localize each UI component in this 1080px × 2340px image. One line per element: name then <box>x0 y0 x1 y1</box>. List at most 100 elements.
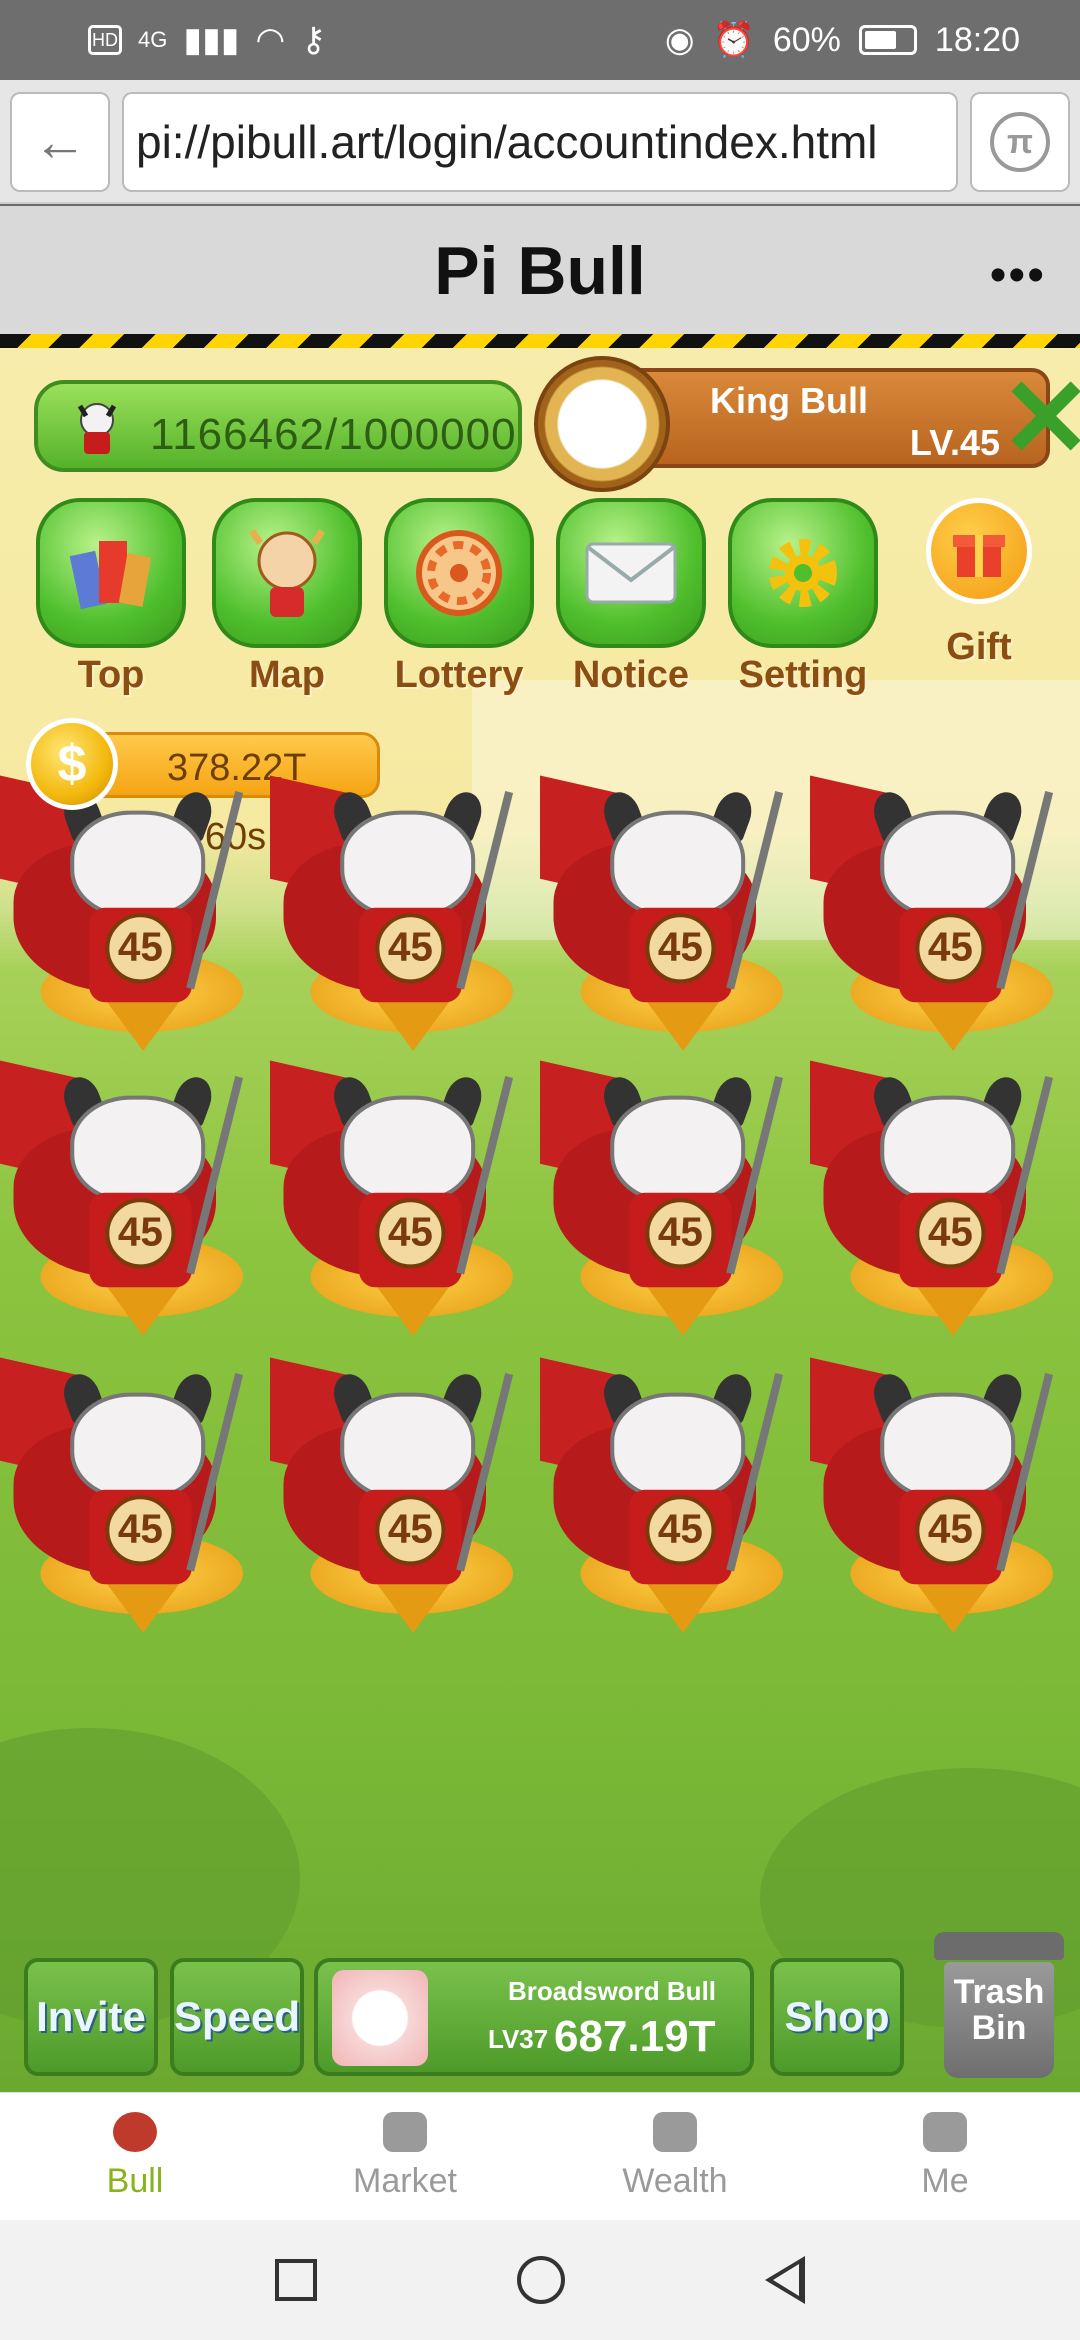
bull-level-badge: 45 <box>645 913 716 984</box>
map-label: Map <box>249 654 325 696</box>
nav-me[interactable]: Me <box>810 2093 1080 2220</box>
arrow-left-icon: ← <box>33 112 87 172</box>
user-icon <box>923 2112 967 2152</box>
money-bag-icon <box>653 2112 697 2152</box>
bull-head <box>70 1095 206 1204</box>
bull-unit[interactable]: 45 <box>810 1047 1054 1336</box>
king-bull-level: LV.45 <box>909 422 1000 463</box>
crossed-swords-icon: ✕ <box>1000 357 1080 480</box>
bull-head <box>70 1392 206 1501</box>
lottery-label: Lottery <box>394 654 524 696</box>
bull-unit[interactable]: 45 <box>0 762 244 1051</box>
url-bar[interactable]: pi://pibull.art/login/accountindex.html <box>122 92 958 192</box>
system-navigation <box>0 2220 1080 2340</box>
nav-bull[interactable]: Bull <box>0 2093 270 2220</box>
dollar-coin-icon: $ <box>26 718 118 810</box>
trash-label: Trash Bin <box>944 1962 1054 2078</box>
bull-head <box>610 1392 746 1501</box>
map-button[interactable]: Map <box>212 498 362 697</box>
alarm-icon: ⏰ <box>712 21 755 59</box>
bull-level-badge: 45 <box>915 1495 986 1566</box>
bull-level-badge: 45 <box>645 1198 716 1269</box>
trash-bin-button[interactable]: Trash Bin <box>934 1932 1064 2080</box>
nav-market[interactable]: Market <box>270 2093 540 2220</box>
bull-pointer <box>915 999 991 1051</box>
wheel-icon <box>384 498 534 648</box>
envelope-icon <box>556 498 706 648</box>
speed-button[interactable]: Speed <box>170 1958 304 2076</box>
bull-level-badge: 45 <box>105 1198 176 1269</box>
bull-head <box>340 1392 476 1501</box>
gift-button[interactable]: Gift <box>904 498 1054 669</box>
bull-head <box>610 810 746 919</box>
bull-pointer <box>105 1284 181 1336</box>
top-button[interactable]: Top <box>36 498 186 697</box>
key-icon: ⚷ <box>301 21 327 59</box>
bull-unit[interactable]: 45 <box>270 762 514 1051</box>
buy-bull-button[interactable]: Broadsword Bull LV37 687.19T <box>314 1958 754 2076</box>
nav-label: Market <box>353 2162 457 2200</box>
pi-browser-button[interactable]: π <box>970 92 1070 192</box>
eye-icon: ◉ <box>664 21 695 59</box>
home-button[interactable] <box>517 2256 565 2304</box>
bull-unit[interactable]: 45 <box>270 1047 514 1336</box>
capacity-bar: 1166462/1000000 <box>34 380 522 472</box>
bull-pointer <box>375 1284 451 1336</box>
notice-button[interactable]: Notice <box>556 498 706 697</box>
more-options-button[interactable]: ••• <box>990 248 1046 303</box>
bull-unit[interactable]: 45 <box>270 1344 514 1633</box>
bull-unit[interactable]: 45 <box>540 1344 784 1633</box>
bull-head <box>70 810 206 919</box>
bull-pointer <box>645 1581 721 1633</box>
game-area: 1166462/1000000 King Bull LV.45 ✕ Top Ma… <box>0 348 1080 2092</box>
store-icon <box>383 2112 427 2152</box>
nav-label: Bull <box>106 2162 164 2200</box>
setting-label: Setting <box>738 654 868 696</box>
bull-pointer <box>915 1581 991 1633</box>
shop-button[interactable]: Shop <box>770 1958 904 2076</box>
gift-box-icon <box>926 498 1032 604</box>
bull-unit[interactable]: 45 <box>540 762 784 1051</box>
lottery-button[interactable]: Lottery <box>384 498 534 697</box>
bull-level-badge: 45 <box>915 1198 986 1269</box>
pi-icon: π <box>990 112 1050 172</box>
nav-label: Wealth <box>622 2162 728 2200</box>
ranking-book-icon <box>36 498 186 648</box>
battery-percent: 60% <box>772 20 841 59</box>
invite-button[interactable]: Invite <box>24 1958 158 2076</box>
bull-unit[interactable]: 45 <box>810 762 1054 1051</box>
bull-level-badge: 45 <box>105 1495 176 1566</box>
bull-unit[interactable]: 45 <box>0 1344 244 1633</box>
network-label: 4G <box>138 27 168 52</box>
back-triangle-button[interactable] <box>765 2256 805 2304</box>
battery-icon <box>858 25 917 55</box>
back-button[interactable]: ← <box>10 92 110 192</box>
bull-level-badge: 45 <box>375 913 446 984</box>
mini-bull-icon <box>72 398 122 456</box>
bull-guide-icon <box>212 498 362 648</box>
recent-apps-button[interactable] <box>275 2259 317 2301</box>
bull-head <box>880 810 1016 919</box>
bull-level-badge: 45 <box>375 1495 446 1566</box>
app-header: Pi Bull ••• <box>0 206 1080 336</box>
setting-button[interactable]: Setting <box>728 498 878 697</box>
bull-head <box>880 1095 1016 1204</box>
bull-unit[interactable]: 45 <box>0 1047 244 1336</box>
buy-bull-level: LV37 <box>488 2024 549 2054</box>
bull-head <box>880 1392 1016 1501</box>
bull-unit[interactable]: 45 <box>810 1344 1054 1633</box>
bull-pointer <box>645 999 721 1051</box>
nav-wealth[interactable]: Wealth <box>540 2093 810 2220</box>
nav-label: Me <box>921 2162 969 2200</box>
bull-pointer <box>105 1581 181 1633</box>
bull-level-badge: 45 <box>645 1495 716 1566</box>
bull-level-badge: 45 <box>915 913 986 984</box>
bull-unit[interactable]: 45 <box>540 1047 784 1336</box>
bull-pointer <box>645 1284 721 1336</box>
bull-pointer <box>375 1581 451 1633</box>
bull-pointer <box>375 999 451 1051</box>
gear-icon <box>728 498 878 648</box>
gift-label: Gift <box>946 626 1012 668</box>
king-bull-avatar <box>534 356 670 492</box>
bull-head <box>340 1095 476 1204</box>
